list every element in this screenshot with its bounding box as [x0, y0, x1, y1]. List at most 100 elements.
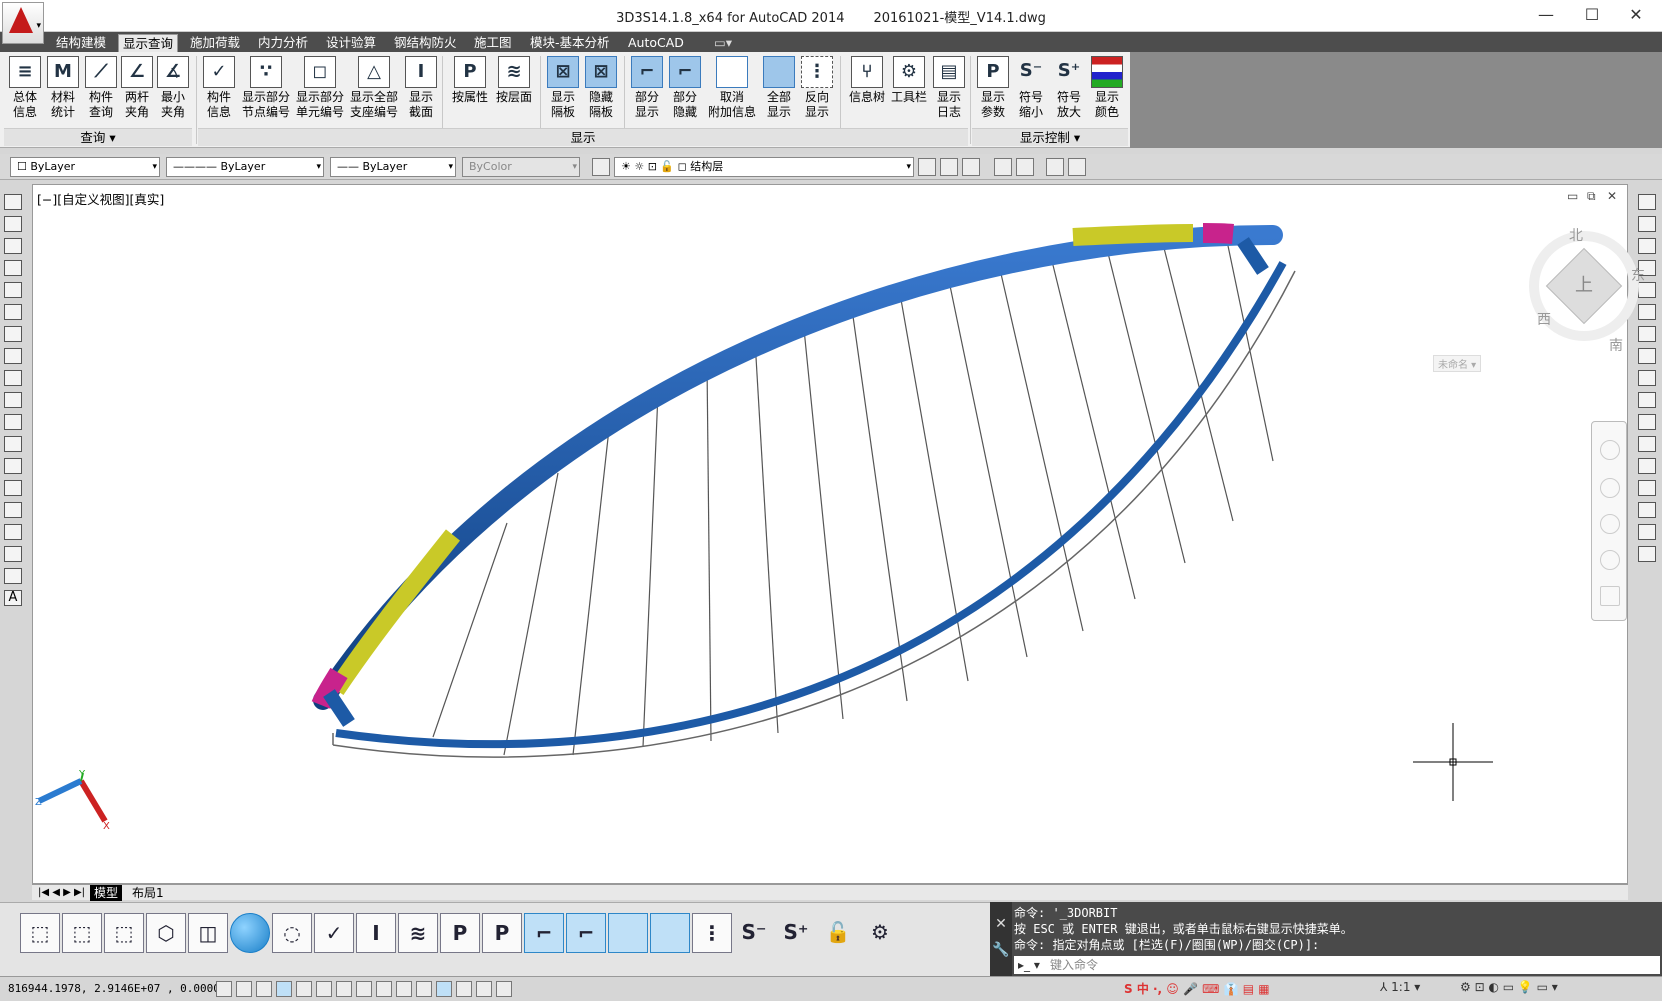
osnap-icon[interactable]: [316, 981, 332, 997]
partial-show-button[interactable]: ⌐ 部分 显示: [628, 56, 666, 126]
member-info-icon[interactable]: ✓: [314, 913, 354, 953]
cancel-extra-button[interactable]: 取消 附加信息: [706, 56, 758, 126]
viewcube[interactable]: 上 北 东 西 南: [1499, 225, 1662, 355]
explode-icon[interactable]: [1638, 546, 1656, 562]
make-block-icon[interactable]: [4, 458, 22, 474]
grid-icon[interactable]: [256, 981, 272, 997]
annotation-scale[interactable]: ⅄ 1:1 ▾: [1380, 980, 1420, 994]
block-icon[interactable]: [1016, 158, 1034, 176]
by-layer-icon[interactable]: ≋: [398, 913, 438, 953]
wrench-icon[interactable]: 🔧: [990, 942, 1012, 958]
compass-south[interactable]: 南: [1609, 335, 1623, 355]
tab-apply-load[interactable]: 施加荷载: [186, 34, 244, 52]
lineweight-toggle-icon[interactable]: [416, 981, 432, 997]
symbol-enlarge-button[interactable]: S⁺ 符号 放大: [1050, 56, 1088, 126]
polyline-icon[interactable]: [4, 238, 22, 254]
polygon-icon[interactable]: [4, 260, 22, 276]
element-number-button[interactable]: ◻ 显示部分 单元编号: [294, 56, 346, 126]
layer-combo[interactable]: ☀ ☼ ⊡ 🔓 ◻ 结构层 ▾: [614, 157, 914, 177]
view-side-icon[interactable]: ⬚: [62, 913, 102, 953]
show-all-icon[interactable]: [650, 913, 690, 953]
minimize-button[interactable]: —: [1526, 4, 1566, 26]
overall-info-button[interactable]: ≡ 总体 信息: [6, 56, 44, 126]
ellipse-icon[interactable]: [4, 392, 22, 408]
unlock-icon[interactable]: 🔓: [818, 913, 858, 953]
tab-fire-protection[interactable]: 钢结构防火: [390, 34, 461, 52]
arc-icon[interactable]: [4, 304, 22, 320]
by-layer-button[interactable]: ≋ 按层面: [492, 56, 536, 126]
layer-isolate-icon[interactable]: [962, 158, 980, 176]
spline-icon[interactable]: [4, 370, 22, 386]
polar-icon[interactable]: [296, 981, 312, 997]
workspace-switch-icon[interactable]: ▭▾: [710, 34, 736, 52]
node-number-button[interactable]: ∵ 显示部分 节点编号: [240, 56, 292, 126]
show-log-button[interactable]: ▤ 显示 日志: [930, 56, 968, 126]
tab-model[interactable]: 模型: [90, 885, 123, 901]
view-top-icon[interactable]: ⬚: [104, 913, 144, 953]
partial-show-icon[interactable]: ⌐: [524, 913, 564, 953]
drawing-viewport[interactable]: [−][自定义视图][真实] ▭ ⧉ ✕ Y X Z 上 北 东 西 南 未命名…: [32, 184, 1645, 884]
maximize-button[interactable]: ☐: [1572, 4, 1612, 26]
panel-label-display-control[interactable]: 显示控制 ▾: [972, 128, 1128, 146]
section-button[interactable]: I 显示 截面: [402, 56, 440, 126]
ucs-menu[interactable]: 未命名 ▾: [1433, 355, 1482, 372]
showmotion-icon[interactable]: [1600, 586, 1620, 606]
application-menu-button[interactable]: ▾: [2, 2, 44, 44]
tab-internal-force[interactable]: 内力分析: [254, 34, 312, 52]
close-button[interactable]: ✕: [1616, 4, 1656, 26]
ellipse-arc-icon[interactable]: [4, 414, 22, 430]
reverse-show-icon[interactable]: ⋮: [692, 913, 732, 953]
layout-nav-first-icon[interactable]: |◀ ◀ ▶ ▶|: [34, 885, 89, 901]
panel-label-query[interactable]: 查询 ▾: [4, 128, 192, 146]
chamfer-icon[interactable]: [1638, 502, 1656, 518]
layer-previous-icon[interactable]: [940, 158, 958, 176]
toolbar-button[interactable]: ⚙ 工具栏: [888, 56, 930, 126]
layer-match-icon[interactable]: [918, 158, 936, 176]
revcloud-icon[interactable]: [4, 348, 22, 364]
show-all-button[interactable]: 全部 显示: [760, 56, 798, 126]
quick-properties-icon[interactable]: [456, 981, 472, 997]
orbit-icon[interactable]: [1600, 550, 1620, 570]
erase-icon[interactable]: [1638, 194, 1656, 210]
insert-block-icon[interactable]: [4, 436, 22, 452]
transparency-icon[interactable]: [436, 981, 452, 997]
break-at-point-icon[interactable]: [1638, 458, 1656, 474]
gradient-icon[interactable]: [4, 524, 22, 540]
symbol-enlarge-icon[interactable]: S⁺: [776, 913, 816, 953]
ortho-icon[interactable]: [276, 981, 292, 997]
3dosnap-icon[interactable]: [336, 981, 352, 997]
show-params-button[interactable]: P 显示 参数: [974, 56, 1012, 126]
ducs-icon[interactable]: [376, 981, 392, 997]
orbit-tool-icon[interactable]: ◌: [272, 913, 312, 953]
section-icon[interactable]: I: [356, 913, 396, 953]
extend-icon[interactable]: [1638, 414, 1656, 430]
break-icon[interactable]: [1638, 436, 1656, 452]
tab-display-query[interactable]: 显示查询: [118, 34, 179, 52]
member-info-button[interactable]: ✓ 构件 信息: [200, 56, 238, 126]
tab-autocad[interactable]: AutoCAD: [624, 34, 688, 52]
layer-properties-icon[interactable]: [592, 158, 610, 176]
region-icon[interactable]: [4, 546, 22, 562]
infer-constraints-icon[interactable]: [216, 981, 232, 997]
steering-wheel-icon[interactable]: [1600, 440, 1620, 460]
command-input[interactable]: ▸_ ▾ 键入命令: [1014, 956, 1660, 974]
compass-west[interactable]: 西: [1537, 309, 1551, 329]
fillet-icon[interactable]: [1638, 524, 1656, 540]
close-icon[interactable]: ✕: [990, 916, 1012, 932]
compass-east[interactable]: 东: [1631, 265, 1645, 285]
lineweight-combo[interactable]: —— ByLayer ▾: [330, 157, 456, 177]
table-icon[interactable]: [4, 568, 22, 584]
reverse-show-button[interactable]: ⋮ 反向 显示: [798, 56, 836, 126]
hatch-icon[interactable]: [4, 502, 22, 518]
construction-line-icon[interactable]: [4, 216, 22, 232]
selection-cycling-icon[interactable]: [476, 981, 492, 997]
tab-design-check[interactable]: 设计验算: [322, 34, 380, 52]
color-combo[interactable]: ☐ ByLayer ▾: [10, 157, 160, 177]
text-style-icon[interactable]: [1046, 158, 1064, 176]
coordinate-readout[interactable]: 816944.1978, 2.9146E+07 , 0.0000: [8, 982, 220, 995]
line-icon[interactable]: [4, 194, 22, 210]
material-stats-button[interactable]: M 材料 统计: [44, 56, 82, 126]
dyn-icon[interactable]: [396, 981, 412, 997]
by-property-icon[interactable]: P: [440, 913, 480, 953]
tab-layout1[interactable]: 布局1: [128, 885, 168, 901]
